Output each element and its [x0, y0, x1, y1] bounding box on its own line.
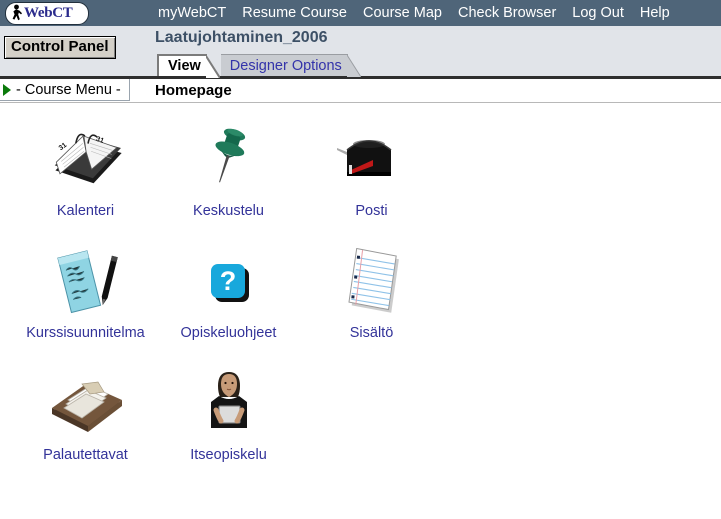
- course-menu-label: - Course Menu -: [16, 81, 121, 98]
- tab-designer-options-label: Designer Options: [229, 57, 342, 74]
- svg-text:31: 31: [57, 142, 68, 152]
- course-title-area: Laatujohtaminen_2006: [155, 28, 328, 48]
- tool-label: Itseopiskelu: [190, 447, 267, 463]
- nav-check-browser[interactable]: Check Browser: [458, 0, 556, 26]
- triangle-right-icon: [3, 83, 11, 96]
- control-panel-area: Control Panel: [4, 36, 116, 59]
- green-pushpin-icon: [194, 119, 264, 197]
- question-mark-icon: ?: [199, 241, 259, 319]
- tool-link-kalenteri[interactable]: 31 31 Kalenteri: [14, 119, 157, 219]
- icon-row: Kurssisuunnitelma ? Opiskeluohjeet Sisäl…: [14, 241, 721, 341]
- tool-label: Keskustelu: [193, 203, 264, 219]
- desk-calendar-icon: 31 31: [40, 119, 132, 197]
- notepad-pen-icon: [40, 241, 132, 319]
- tool-link-sisalto[interactable]: Sisältö: [300, 241, 443, 341]
- tab-view[interactable]: View: [157, 54, 221, 79]
- tool-label: Kurssisuunnitelma: [26, 325, 145, 341]
- icon-row: Palautettavat Itseopiskelu: [14, 363, 721, 463]
- tool-link-opiskeluohjeet[interactable]: ? Opiskeluohjeet: [157, 241, 300, 341]
- page-title: Laatujohtaminen_2006: [155, 29, 328, 46]
- nav-log-out[interactable]: Log Out: [572, 0, 624, 26]
- tab-slant-icon: [346, 54, 362, 78]
- tool-link-kurssisuunnitelma[interactable]: Kurssisuunnitelma: [14, 241, 157, 341]
- nav-course-map[interactable]: Course Map: [363, 0, 442, 26]
- inbox-tray-icon: [38, 363, 134, 441]
- tool-label: Posti: [355, 203, 388, 219]
- nav-mywebct[interactable]: myWebCT: [158, 0, 226, 26]
- mailbox-icon: [329, 119, 415, 197]
- control-panel-button[interactable]: Control Panel: [4, 36, 116, 59]
- webct-logo-text: WebCT: [24, 5, 73, 21]
- svg-text:?: ?: [219, 266, 236, 296]
- course-header-band: Control Panel Laatujohtaminen_2006 View …: [0, 26, 721, 79]
- nav-resume-course[interactable]: Resume Course: [242, 0, 347, 26]
- top-navigation-bar: WebCT myWebCT Resume Course Course Map C…: [0, 0, 721, 26]
- tab-designer-options[interactable]: Designer Options: [220, 54, 362, 78]
- tool-link-palautettavat[interactable]: Palautettavat: [14, 363, 157, 463]
- icon-row: 31 31 Kalenteri Keskustelu Posti: [14, 119, 721, 219]
- homepage-icon-grid: 31 31 Kalenteri Keskustelu Posti Kurssis…: [0, 103, 721, 519]
- tool-label: Opiskeluohjeet: [180, 325, 277, 341]
- tab-view-label: View: [168, 58, 201, 74]
- tool-label: Kalenteri: [56, 203, 115, 219]
- person-with-book-icon: [194, 363, 264, 441]
- top-nav-items: myWebCT Resume Course Course Map Check B…: [158, 0, 670, 26]
- breadcrumb: Homepage: [155, 82, 232, 99]
- tool-label: Sisältö: [349, 325, 394, 341]
- course-menu-row: - Course Menu - Homepage: [0, 79, 721, 103]
- tool-link-itseopiskelu[interactable]: Itseopiskelu: [157, 363, 300, 463]
- tool-link-posti[interactable]: Posti: [300, 119, 443, 219]
- tab-strip: View Designer Options: [157, 50, 362, 79]
- tab-slant-icon: [204, 55, 221, 79]
- lined-paper-icon: [334, 241, 410, 319]
- webct-logo[interactable]: WebCT: [5, 2, 89, 25]
- tool-link-keskustelu[interactable]: Keskustelu: [157, 119, 300, 219]
- nav-help[interactable]: Help: [640, 0, 670, 26]
- course-menu-toggle[interactable]: - Course Menu -: [0, 79, 130, 101]
- tool-label: Palautettavat: [43, 447, 128, 463]
- walking-person-figure-icon: [9, 4, 24, 23]
